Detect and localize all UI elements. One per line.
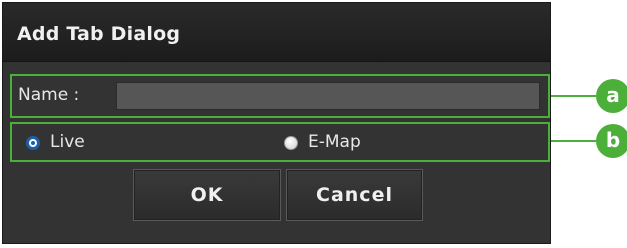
view-type-row-highlight: Live E-Map (10, 122, 550, 162)
callout-a-badge: a (596, 79, 627, 113)
callout-b-connector (551, 140, 597, 142)
dialog-titlebar: Add Tab Dialog (3, 3, 550, 62)
name-label: Name : (18, 85, 80, 105)
cancel-button[interactable]: Cancel (286, 169, 423, 221)
add-tab-dialog: Add Tab Dialog Name : Live E-Map OK Canc… (2, 2, 551, 244)
name-row-highlight: Name : (10, 74, 550, 118)
radio-live-label: Live (50, 132, 85, 152)
radio-unselected-icon (284, 136, 298, 150)
callout-b-badge: b (596, 124, 627, 158)
radio-selected-icon (26, 136, 40, 150)
callout-a-connector (551, 95, 597, 97)
radio-emap-label: E-Map (308, 132, 361, 152)
name-input[interactable] (116, 82, 540, 110)
dialog-title: Add Tab Dialog (17, 23, 181, 45)
ok-button[interactable]: OK (133, 169, 281, 221)
